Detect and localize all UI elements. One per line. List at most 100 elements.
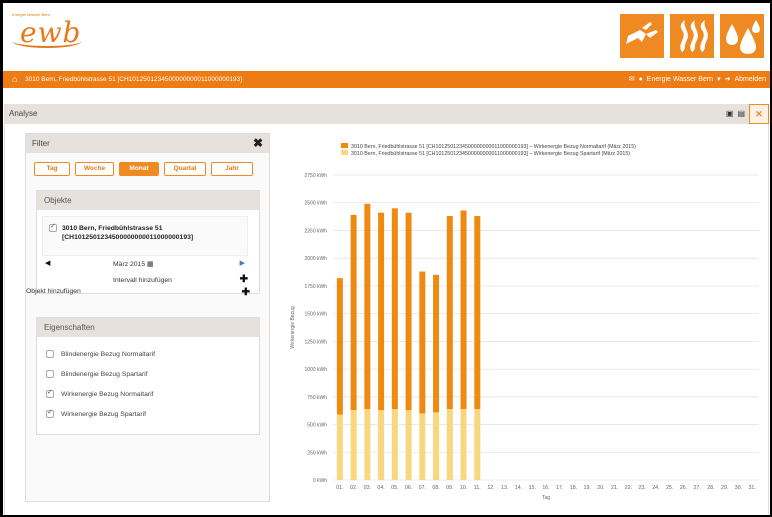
x-tick-label: 06. [405,485,412,491]
close-analyse-button[interactable]: ✕ [749,104,769,124]
legend-swatch [341,150,348,155]
y-axis-label: Wirkenergie Bezug [290,306,296,348]
x-tick-label: 25. [666,485,673,491]
x-tick-label: 11. [474,485,481,491]
property-checkbox[interactable] [46,408,54,418]
analyse-toolbar: ▣ ▤ [726,109,745,118]
user-menu[interactable]: Energie Wasser Bern [647,76,713,83]
month-label[interactable]: März 2015 ▦ [113,260,153,268]
analyse-header: Analyse ▣ ▤ ✕ [4,104,769,124]
month-selector: ◀ März 2015 ▦ ▶ [37,256,253,272]
x-tick-label: 10. [460,485,467,491]
logout-icon[interactable]: ➜ [725,75,731,83]
page-title: Analyse [9,109,38,118]
header: Energie Wasser Bern ewb [3,3,770,65]
logo-swoosh [12,34,82,48]
bar-segment [419,271,426,414]
x-tick-label: 28. [707,485,714,491]
object-id: [CH1012501234500000000011000000193] [62,234,194,241]
property-checkbox[interactable] [46,388,54,398]
bar-segment [350,410,357,480]
property-label: Wirkenergie Bezug Normaltarif [61,390,154,398]
objekt-add-row[interactable]: Objekt hinzufügen ✚ [26,286,250,300]
bar-segment [446,216,453,410]
property-item[interactable]: Wirkenergie Bezug Normaltarif [46,388,154,398]
document-icon[interactable]: ▤ [737,109,745,118]
mail-icon[interactable]: ✉ [629,75,635,83]
bar-segment [378,410,385,480]
bar-segment [405,212,412,411]
object-checkbox[interactable] [49,222,57,232]
water-drops-icon[interactable] [720,14,764,58]
objekt-add-label[interactable]: Objekt hinzufügen [26,288,81,295]
breadcrumb-address[interactable]: 3010 Bern, Friedbühlstrasse 51 [CH101250… [25,76,242,83]
filter-panel: Filter ✖ Tag Woche Monat Quartal Jahr Ob… [25,133,270,502]
x-tick-label: 14. [515,485,522,491]
logout-link[interactable]: Abmelden [734,76,766,83]
tag-button[interactable]: Tag [34,162,70,176]
x-tick-label: 17. [556,485,563,491]
y-tick-label: 250 kWh [307,450,327,456]
objekte-title: Objekte [37,191,259,210]
property-label: Wirkenergie Bezug Spartarif [61,410,146,418]
x-tick-label: 21. [611,485,618,491]
user-icon: ● [638,75,643,83]
plus-icon[interactable]: ✚ [240,274,248,285]
bar-segment [364,409,371,480]
bar-segment [336,414,343,480]
x-tick-label: 08. [432,485,439,491]
y-tick-label: 1500 kWh [304,312,327,318]
x-tick-label: 19. [584,485,591,491]
x-tick-label: 22. [625,485,632,491]
woche-button[interactable]: Woche [75,162,114,176]
x-tick-label: 09. [446,485,453,491]
print-icon[interactable]: ▣ [726,109,734,118]
x-tick-label: 29. [721,485,728,491]
plus-icon[interactable]: ✚ [242,287,250,298]
x-tick-label: 15. [529,485,536,491]
eigenschaften-title: Eigenschaften [37,318,259,337]
bar-segment [446,409,453,480]
objekte-box: Objekte 3010 Bern, Friedbühlstrasse 51 [… [36,190,260,294]
ewb-logo[interactable]: Energie Wasser Bern ewb [12,12,92,52]
interval-add-label[interactable]: Intervall hinzufügen [113,277,172,284]
property-checkbox[interactable] [46,370,54,378]
calendar-icon[interactable]: ▦ [147,261,153,268]
y-tick-label: 2000 kWh [304,256,327,262]
home-icon[interactable]: ⌂ [12,74,17,84]
bar-segment [391,409,398,480]
x-tick-label: 16. [542,485,549,491]
monat-button[interactable]: Monat [119,162,159,176]
y-tick-label: 0 kWh [313,478,327,484]
property-item[interactable]: Blindenergie Bezug Normaltarif [46,350,155,358]
bar-segment [474,409,481,480]
chart-svg: 3010 Bern, Friedbühlstrasse 51 [CH101250… [290,143,759,501]
navbar-right: ✉ ● Energie Wasser Bern ▾ ➜ Abmelden [629,75,766,84]
x-tick-label: 05. [391,485,398,491]
legend-label: 3010 Bern, Friedbühlstrasse 51 [CH101250… [351,151,630,157]
bar-segment [391,208,398,410]
eigenschaften-box: Eigenschaften Blindenergie Bezug Normalt… [36,317,260,435]
quartal-button[interactable]: Quartal [164,162,206,176]
x-tick-label: 03. [364,485,371,491]
prev-month-icon[interactable]: ◀ [45,259,50,267]
next-month-icon[interactable]: ▶ [240,259,245,267]
property-item[interactable]: Blindenergie Bezug Spartarif [46,370,148,378]
filter-title: Filter [32,139,50,148]
x-tick-label: 20. [597,485,604,491]
chevron-down-icon[interactable]: ▾ [717,75,721,83]
property-label: Blindenergie Bezug Normaltarif [61,350,156,358]
close-icon[interactable]: ✖ [253,136,263,150]
bar-segment [336,278,343,415]
app-window: Energie Wasser Bern ewb ⌂ 3010 Bern, Fri… [3,3,770,515]
heat-icon[interactable] [670,14,714,58]
property-item[interactable]: Wirkenergie Bezug Spartarif [46,408,146,418]
object-label: 3010 Bern, Friedbühlstrasse 51 [CH101250… [62,224,193,242]
x-tick-label: 04. [377,485,384,491]
y-tick-label: 2250 kWh [304,228,327,234]
plug-icon[interactable] [620,14,664,58]
property-checkbox[interactable] [46,350,54,358]
jahr-button[interactable]: Jahr [211,162,253,176]
x-tick-label: 01. [336,485,343,491]
bar-segment [350,214,357,411]
